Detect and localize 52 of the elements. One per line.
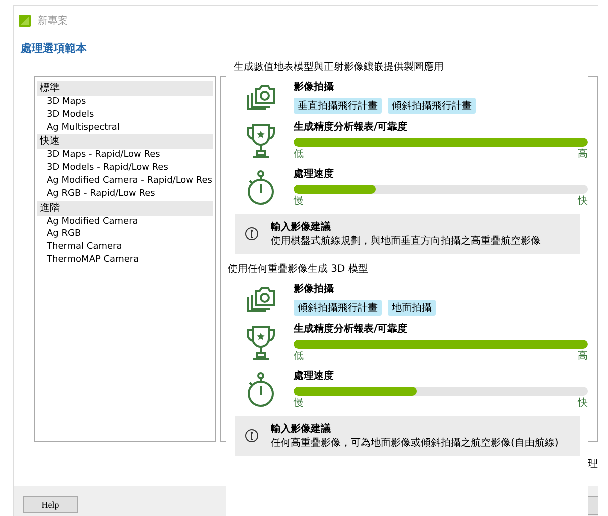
list-item[interactable]: Ag Modified Camera - Rapid/Low Res [37,174,213,188]
section-heading: 處理選項範本 [21,41,88,56]
list-item[interactable]: Thermal Camera [37,241,213,254]
advice-title: 輸入影像建議 [271,422,332,436]
row-label: 影像拍攝 [294,282,335,296]
stopwatch-icon [246,372,276,408]
scale-label: 低 [294,350,304,363]
group-header: 進階 [37,200,213,216]
group-header: 標準 [37,81,213,96]
camera-icon [246,285,276,313]
list-item[interactable]: 3D Models - Rapid/Low Res [37,162,213,175]
scale-label: 高 [578,350,588,363]
info-icon [245,227,259,241]
tag: 地面拍攝 [388,300,436,316]
window-title: 新專案 [38,14,68,28]
app-icon [19,15,31,27]
trophy-icon [246,122,276,158]
section-title: 使用任何重疊影像生成 3D 模型 [228,262,370,276]
advice-text: 使用棋盤式航線規劃，與地面垂直方向拍攝之高重疊航空影像 [271,234,541,248]
row-label: 影像拍攝 [294,80,335,94]
list-item[interactable]: 3D Models [37,108,213,122]
list-item[interactable]: 3D Maps - Rapid/Low Res [37,149,213,162]
list-item[interactable]: 3D Maps [37,96,213,109]
tag: 傾斜拍攝飛行計畫 [388,98,476,114]
group-header: 快速 [37,134,213,150]
scale-label: 慢 [294,396,304,410]
section-title: 生成數值地表模型與正射影像鑲嵌提供製圖應用 [234,60,445,74]
camera-icon [246,83,276,111]
row-label: 生成精度分析報表/可靠度 [294,322,409,336]
tag: 垂直拍攝飛行計畫 [294,98,382,114]
trophy-icon [246,324,276,360]
tag: 傾斜拍攝飛行計畫 [294,300,382,316]
scale-label: 快 [578,396,588,410]
scale-label: 高 [578,148,588,161]
advice-title: 輸入影像建議 [271,220,332,234]
list-item[interactable]: Ag Modified Camera [37,216,213,228]
list-item[interactable]: Ag Multispectral [37,122,213,134]
partial-text: 理 [588,458,598,471]
scale-label: 快 [578,194,588,208]
list-item[interactable]: Ag RGB - Rapid/Low Res [37,188,213,201]
row-label: 生成精度分析報表/可靠度 [294,120,409,134]
row-label: 處理速度 [294,369,335,383]
list-item[interactable]: ThermoMAP Camera [37,254,213,267]
list-item[interactable]: Ag RGB [37,228,213,242]
row-label: 處理速度 [294,167,335,181]
stopwatch-icon [246,170,276,206]
dialog-button[interactable] [587,496,598,515]
scale-label: 慢 [294,194,304,208]
help-button[interactable]: Help [23,496,78,513]
info-icon [245,429,259,443]
scale-label: 低 [294,148,304,161]
advice-text: 任何高重疊影像，可為地面影像或傾斜拍攝之航空影像(自由航線) [271,436,559,450]
